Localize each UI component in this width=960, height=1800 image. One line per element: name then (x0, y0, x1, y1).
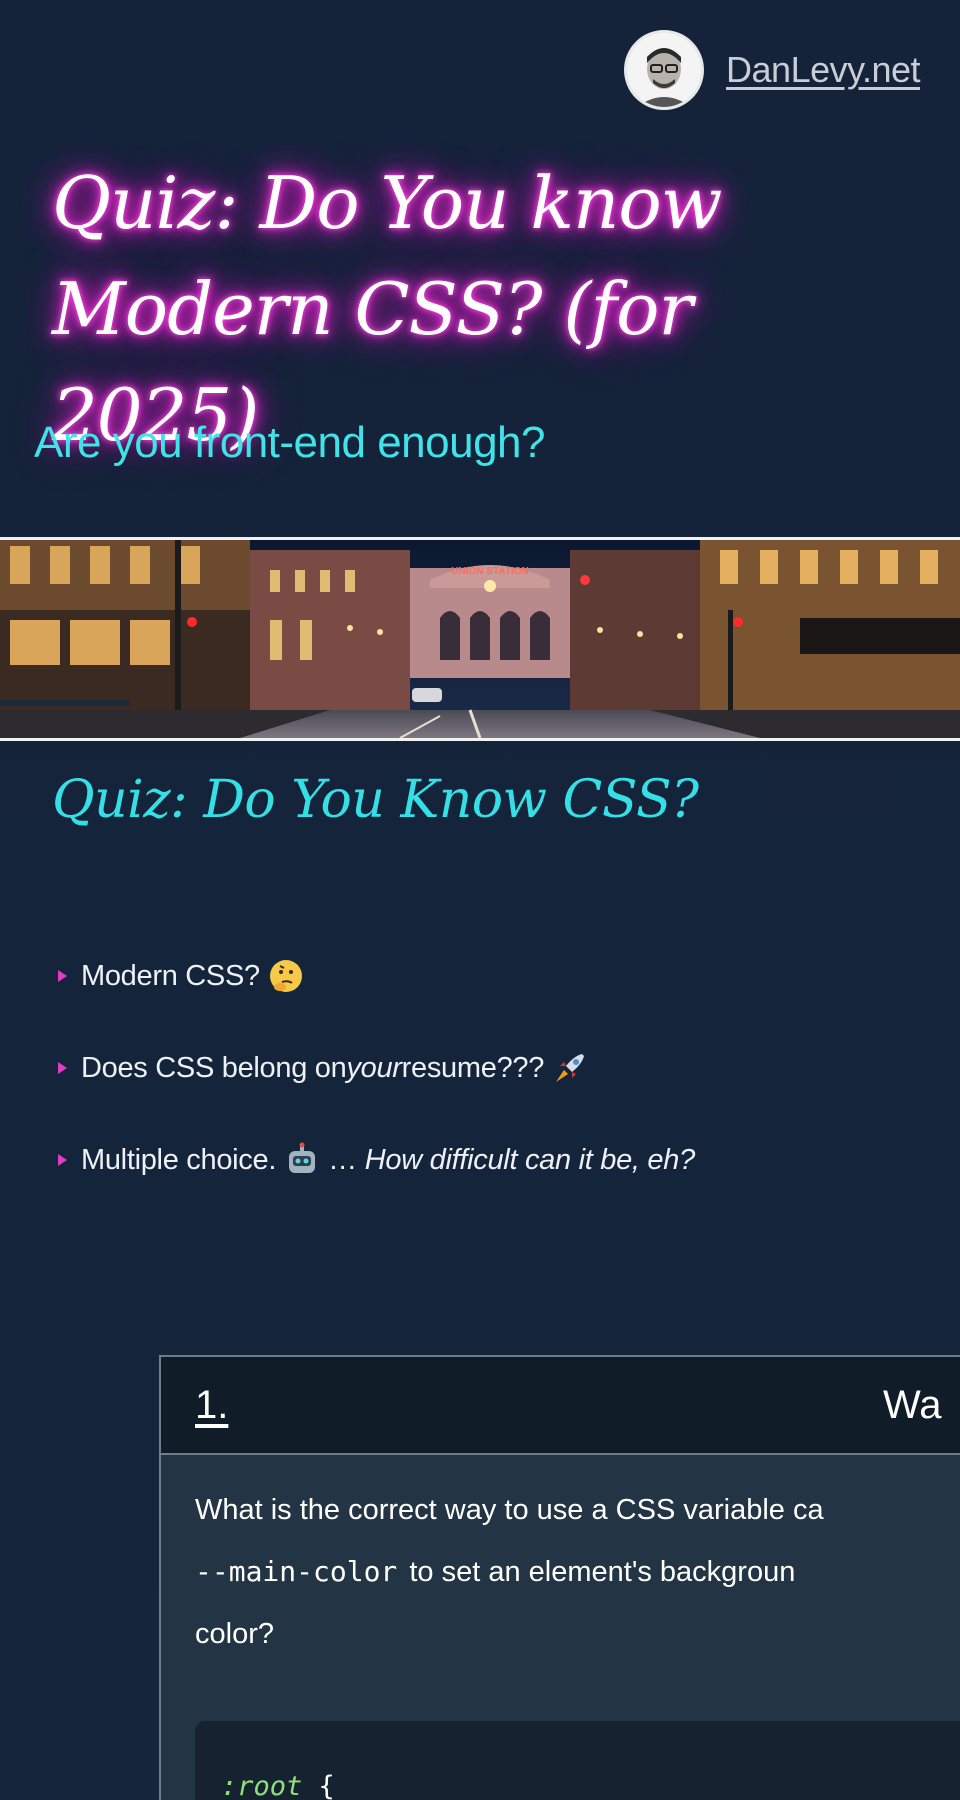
thinking-face-emoji-icon (268, 958, 304, 994)
bullet-marker-icon (58, 1062, 67, 1074)
page-subtitle: Are you front-end enough? (34, 418, 546, 467)
site-home-link[interactable]: DanLevy.net (726, 49, 920, 91)
section-heading: Quiz: Do You Know CSS? (52, 770, 699, 830)
bullet-text-after: resume??? (401, 1051, 545, 1084)
robot-emoji-icon (284, 1142, 320, 1178)
banner-sign-text: UNION STATION (451, 566, 528, 577)
bullet-ellipsis: … (328, 1143, 357, 1176)
bullet-marker-icon (58, 1154, 67, 1166)
question-text-fragment: to set an element's backgroun (409, 1556, 796, 1588)
list-item: Modern CSS? (58, 930, 695, 1022)
question-text-line: What is the correct way to use a CSS var… (195, 1494, 824, 1526)
list-item: Does CSS belong on your resume??? (58, 1022, 695, 1114)
rocket-emoji-icon (552, 1050, 588, 1086)
question-text-line: color? (195, 1618, 274, 1650)
bullet-emphasis: your (346, 1051, 402, 1084)
question-number-link[interactable]: 1. (195, 1383, 228, 1428)
question-prompt: What is the correct way to use a CSS var… (161, 1455, 960, 1665)
quiz-question-header[interactable]: 1. Wa (161, 1357, 960, 1455)
bullet-text: Multiple choice. (81, 1143, 277, 1176)
hero-banner-image: UNION STATION (0, 537, 960, 741)
code-line: :root { (221, 1771, 335, 1800)
bullet-emphasis: How difficult can it be, eh? (364, 1143, 695, 1176)
code-brace: { (302, 1771, 335, 1800)
union-station-street-photo: UNION STATION (0, 540, 960, 738)
list-item: Multiple choice. … How difficult can it … (58, 1114, 695, 1206)
question-heading: Wa (883, 1383, 942, 1427)
quiz-question-card: 1. Wa What is the correct way to use a C… (159, 1355, 960, 1800)
code-selector: :root (221, 1771, 303, 1800)
inline-code: --main-color (195, 1555, 398, 1588)
question-text-line: --main-color to set an element's backgro… (195, 1541, 960, 1603)
bullet-text: Modern CSS? (81, 959, 260, 992)
user-avatar-icon (627, 33, 702, 107)
intro-bullet-list: Modern CSS? Does CSS belong on your resu… (58, 930, 695, 1206)
page: DanLevy.net Quiz: Do You know Modern CSS… (0, 0, 960, 1800)
site-header: DanLevy.net (624, 30, 920, 110)
bullet-marker-icon (58, 970, 67, 982)
code-snippet: :root { (195, 1721, 960, 1800)
author-avatar[interactable] (624, 30, 705, 110)
bullet-text: Does CSS belong on (81, 1051, 347, 1084)
